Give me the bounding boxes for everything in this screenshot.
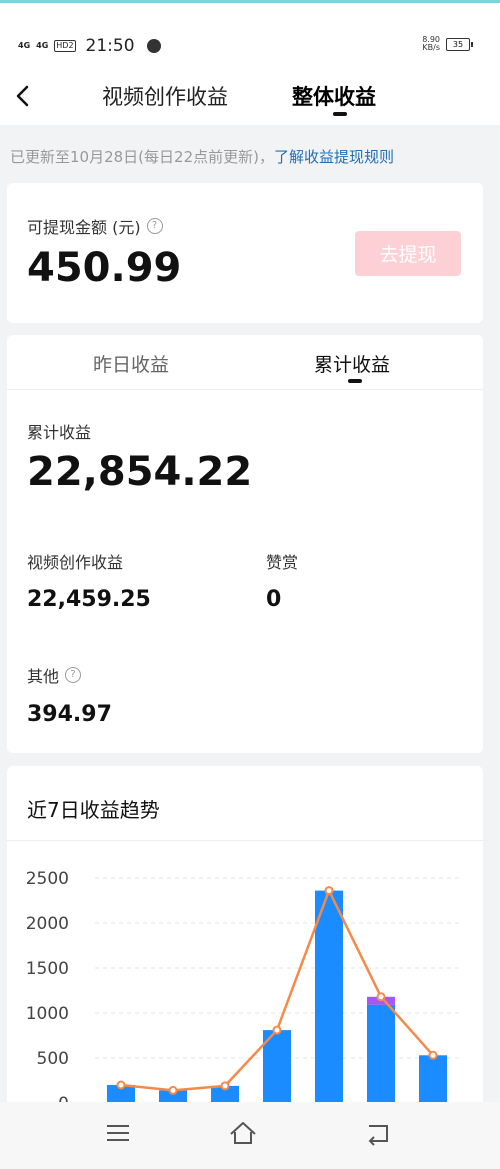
y-tick-label: 1000	[26, 1004, 69, 1024]
signal-icon: 4G	[18, 41, 31, 50]
tips-value: 0	[266, 587, 282, 612]
net-speed: 8.90 KB/s	[422, 36, 440, 52]
y-tick-label: 2000	[26, 914, 69, 934]
bar-series1-6	[367, 1004, 395, 1103]
withdraw-rules-link[interactable]: 了解收益提现规则	[274, 148, 394, 166]
earnings-card: 昨日收益 累计收益 累计收益 22,854.22 视频创作收益 22,459.2…	[7, 335, 483, 753]
active-tab-indicator	[333, 112, 347, 116]
tab-cumulative-earnings[interactable]: 累计收益	[314, 350, 390, 377]
cumulative-label: 累计收益	[27, 423, 92, 442]
y-tick-label: 2500	[26, 869, 69, 889]
trend-point-6	[376, 992, 386, 1002]
other-label-row: 其他 ?	[27, 663, 82, 687]
withdrawable-label-row: 可提现金额 (元) ?	[27, 214, 163, 238]
divider	[7, 389, 483, 390]
notice-text: 已更新至10月28日(每日22点前更新)，	[10, 148, 274, 166]
cumulative-value: 22,854.22	[27, 449, 253, 495]
question-circle-icon[interactable]: ?	[65, 667, 82, 683]
tips-label: 赞赏	[266, 553, 299, 572]
trend-title: 近7日收益趋势	[27, 798, 160, 822]
trend-point-2	[168, 1085, 178, 1095]
status-bar: 4G 4G HD2 21:50 8.90 KB/s 35	[0, 3, 500, 56]
earnings-trend-chart: 05001000150020002500	[26, 869, 459, 1106]
other-label: 其他	[27, 667, 60, 686]
active-subtab-indicator	[348, 379, 362, 383]
y-tick-label: 1500	[26, 959, 69, 979]
trend-point-5	[324, 886, 334, 896]
withdrawable-label: 可提现金额 (元)	[27, 218, 141, 237]
back-icon[interactable]	[363, 1118, 393, 1148]
signal-icon-2: 4G	[36, 41, 49, 50]
tab-overall-earnings[interactable]: 整体收益	[292, 81, 376, 111]
video-earnings-label: 视频创作收益	[27, 553, 124, 572]
bar-series1-5	[315, 890, 343, 1103]
trend-point-4	[272, 1025, 282, 1035]
system-nav-bar	[0, 1102, 500, 1169]
menu-icon[interactable]	[103, 1118, 133, 1148]
divider	[7, 840, 483, 841]
app-notification-icon	[146, 39, 161, 53]
trend-point-3	[220, 1081, 230, 1091]
y-tick-label: 500	[37, 1049, 69, 1069]
chevron-left-icon[interactable]	[12, 81, 36, 111]
trend-point-7	[428, 1050, 438, 1060]
tab-video-creation-earnings[interactable]: 视频创作收益	[102, 81, 228, 111]
hd-icon: HD2	[54, 40, 76, 52]
top-nav: 视频创作收益 整体收益	[0, 53, 500, 125]
home-icon[interactable]	[228, 1118, 258, 1148]
bar-series1-7	[419, 1055, 447, 1103]
battery-icon: 35	[446, 37, 473, 51]
update-notice: 已更新至10月28日(每日22点前更新)，了解收益提现规则	[10, 146, 394, 167]
net-speed-unit: KB/s	[422, 43, 440, 52]
video-earnings-value: 22,459.25	[27, 587, 151, 612]
withdraw-card: 可提现金额 (元) ? 450.99 去提现	[7, 183, 483, 323]
trend-card: 近7日收益趋势 0 500 1000 1500 2000 2500	[7, 766, 483, 1106]
withdrawable-amount: 450.99	[27, 245, 182, 291]
question-circle-icon[interactable]: ?	[146, 218, 163, 234]
withdraw-button[interactable]: 去提现	[355, 231, 461, 276]
tab-yesterday-earnings[interactable]: 昨日收益	[93, 350, 169, 377]
other-value: 394.97	[27, 702, 112, 727]
trend-point-1	[116, 1080, 126, 1090]
